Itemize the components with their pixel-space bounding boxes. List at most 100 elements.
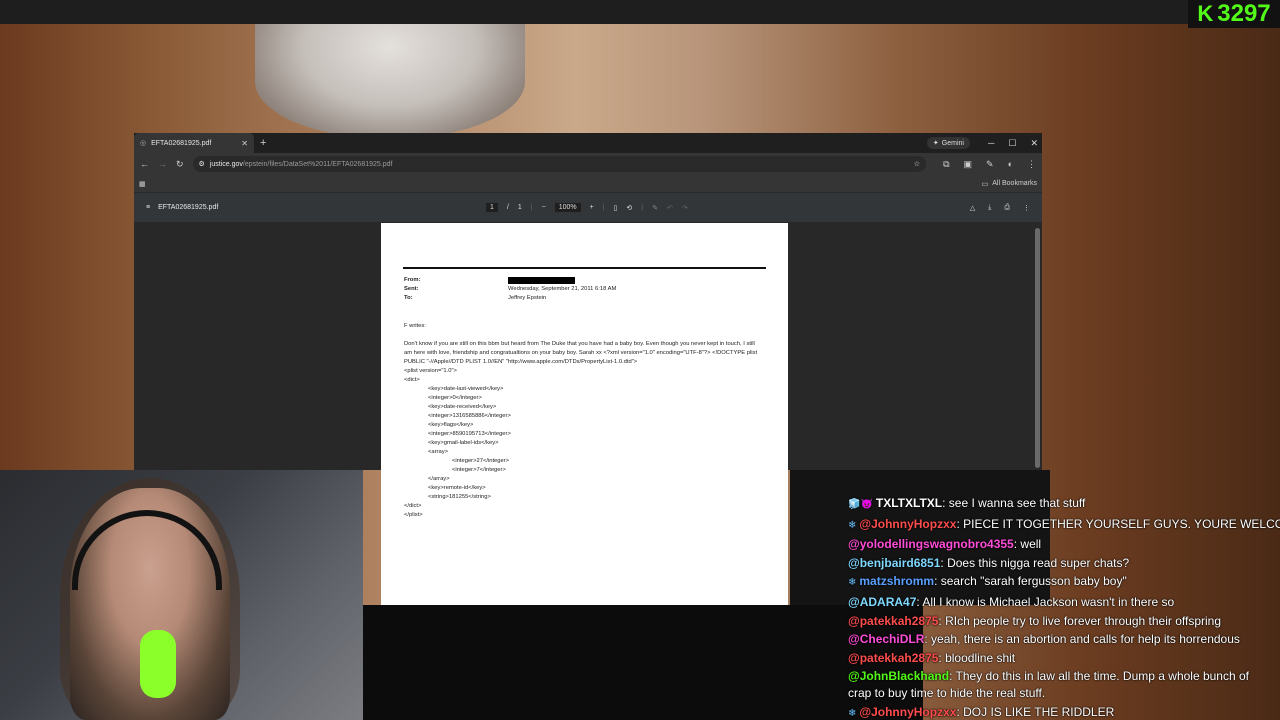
fit-page-icon[interactable]: ▯ (614, 204, 618, 212)
zoom-level-input[interactable]: 100% (554, 203, 581, 212)
reload-button[interactable]: ↻ (176, 159, 184, 170)
address-bar[interactable]: ⚙ justice.gov/epstein/files/DataSet%2011… (192, 156, 927, 172)
xml-line: <key>date-last-viewed</key> (428, 386, 504, 392)
background-video-dark-area (363, 605, 923, 720)
download-icon[interactable]: ⤓ (988, 204, 991, 212)
annotate-icon[interactable]: ✎ (652, 204, 658, 212)
pdf-toolbar: ≡ EFTA02681925.pdf 1 / 1 | − 100% + | ▯ … (134, 193, 1042, 222)
drive-icon[interactable]: △ (970, 204, 975, 212)
chat-username[interactable]: TXLTXLTXL (876, 496, 942, 510)
minimize-button[interactable]: ─ (988, 138, 994, 148)
xml-line: <integer>8590195713</integer> (428, 431, 511, 437)
page-number-input[interactable]: 1 (486, 203, 498, 212)
maximize-button[interactable]: ☐ (1008, 138, 1016, 149)
sent-value: Wednesday, September 21, 2011 6:18 AM (508, 286, 617, 292)
chat-text: : All I know is Michael Jackson wasn't i… (916, 594, 1175, 609)
stream-top-bar (0, 0, 1280, 24)
xml-block: <plist version="1.0"> <dict> <key>date-las… (404, 367, 764, 520)
viewer-count: 3297 (1217, 0, 1271, 27)
tab-title: EFTA02681925.pdf (151, 139, 212, 147)
sent-label: Sent: (404, 286, 419, 292)
chat-message: ❄ matzshromm: search "sarah fergusson bab… (843, 572, 1280, 593)
bookmarks-bar: ▦ ▭ All Bookmarks (134, 175, 1042, 193)
redo-icon[interactable]: ↷ (682, 204, 688, 212)
site-info-icon[interactable]: ⚙ (199, 160, 205, 168)
chat-message: 🧊😈 TXLTXLTXL: see I wanna see that stuff (843, 494, 1280, 515)
window-controls: ✦ Gemini ─ ☐ ✕ (926, 133, 1038, 153)
new-tab-button[interactable]: + (260, 137, 266, 149)
page-total: 1 (517, 204, 522, 211)
xml-line: <integer>7</integer> (452, 467, 506, 473)
chat-text: : well (1013, 537, 1042, 552)
xml-line: <array> (428, 449, 448, 455)
profile-icon[interactable]: ◐ (1008, 159, 1013, 170)
star-icon[interactable]: ☆ (914, 160, 920, 168)
kick-logo-icon: K (1197, 1, 1214, 26)
from-label: From: (404, 277, 421, 283)
chat-username[interactable]: @patekkah2875 (848, 614, 938, 628)
chat-username[interactable]: @ChechiDLR (848, 632, 924, 646)
pdf-page: From: Sent: Wednesday, September 21, 201… (381, 223, 788, 605)
zoom-out-button[interactable]: − (542, 204, 546, 211)
media-icon[interactable]: ▣ (964, 159, 973, 170)
zoom-in-button[interactable]: + (590, 204, 594, 211)
extension-puzzle-icon[interactable]: ⧉ (943, 159, 949, 170)
chat-text: : bloodline shit (938, 650, 1016, 665)
chat-username[interactable]: @JohnBlackhand (848, 669, 949, 683)
xml-line: <key>date-received</key> (428, 404, 497, 410)
tab-active[interactable]: ◎ EFTA02681925.pdf ✕ (134, 133, 254, 153)
browser-toolbar: ← → ↻ ⚙ justice.gov/epstein/files/DataSe… (134, 153, 1042, 175)
print-icon[interactable]: ⎙ (1004, 204, 1010, 212)
pdf-filename: EFTA02681925.pdf (158, 204, 219, 211)
xml-line: <string>181255</string> (428, 494, 491, 500)
menu-dots-icon[interactable]: ⋮ (1027, 159, 1036, 170)
xml-line: <key>gmail-label-ids</key> (428, 440, 499, 446)
undo-icon[interactable]: ↶ (667, 204, 673, 212)
chat-username[interactable]: @JohnnyHopzxx (859, 517, 956, 531)
chat-overlay: 🧊😈 TXLTXLTXL: see I wanna see that stuff ❄… (843, 494, 1280, 720)
chat-badge-icon: ❄ (848, 519, 857, 531)
header-divider (403, 267, 766, 269)
microphone (140, 630, 176, 698)
url-host: justice.gov (209, 160, 243, 168)
chat-text: : Does this nigga read super chats? (940, 555, 1130, 570)
pdf-menu-icon[interactable]: ≡ (146, 204, 150, 211)
xml-line: </array> (428, 476, 450, 482)
close-icon[interactable]: ✕ (241, 139, 248, 148)
gemini-button[interactable]: ✦ Gemini (926, 137, 970, 149)
apps-grid-icon[interactable]: ▦ (139, 180, 146, 188)
chat-badge-icon: 🧊😈 (848, 499, 873, 510)
all-bookmarks-button[interactable]: ▭ All Bookmarks (982, 180, 1037, 188)
url-path: /epstein/files/DataSet%2011/EFTA02681925… (242, 160, 393, 168)
close-window-button[interactable]: ✕ (1030, 138, 1038, 149)
chat-message: @yolodellingswagnobro4355: well (843, 535, 1280, 554)
chat-text: : see I wanna see that stuff (942, 496, 1086, 510)
pdf-scrollbar[interactable] (1035, 228, 1040, 468)
chat-username[interactable]: @yolodellingswagnobro4355 (848, 537, 1014, 551)
xml-line: <key>remote-id</key> (428, 485, 486, 491)
chat-username[interactable]: @benjbaird6851 (848, 556, 940, 570)
chat-message: @patekkah2875: RIch people try to live f… (843, 612, 1280, 631)
xml-line: </dict> (404, 503, 422, 509)
xml-line: <integer>1316585886</integer> (428, 413, 511, 419)
chat-username[interactable]: @ADARA47 (848, 595, 916, 609)
chat-username[interactable]: matzshromm (859, 574, 934, 588)
sent-row: Sent: Wednesday, September 21, 2011 6:18… (404, 285, 764, 294)
chat-text: : PIECE IT TOGETHER YOURSELF GUYS. YOURE… (956, 516, 1280, 531)
from-row: From: (404, 276, 764, 285)
chat-text: : yeah, there is an abortion and calls f… (924, 632, 1240, 647)
chat-username[interactable]: @JohnnyHopzxx (859, 705, 956, 719)
webcam-feed (0, 470, 363, 720)
chat-text: : search "sarah fergusson baby boy" (934, 574, 1127, 589)
chat-badge-icon: ❄ (848, 577, 857, 589)
xml-line: <plist version="1.0"> (404, 368, 457, 374)
rotate-icon[interactable]: ⟲ (626, 204, 632, 212)
chat-text: : DOJ IS LIKE THE RIDDLER (956, 704, 1115, 719)
chat-message: @ChechiDLR: yeah, there is an abortion a… (843, 630, 1280, 649)
extension-icon[interactable]: ✎ (986, 159, 994, 170)
chat-username[interactable]: @patekkah2875 (848, 651, 938, 665)
xml-line: <dict> (404, 377, 420, 383)
forward-button[interactable]: → (158, 159, 167, 169)
back-button[interactable]: ← (140, 159, 149, 169)
more-options-icon[interactable]: ⋮ (1023, 204, 1030, 212)
